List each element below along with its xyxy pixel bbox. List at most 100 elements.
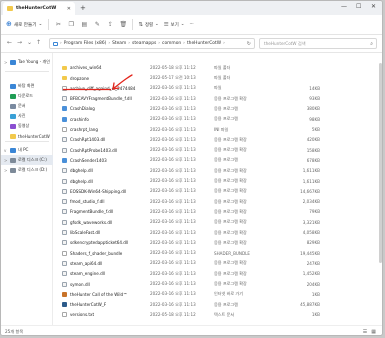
- sidebar-item[interactable]: > 로컬 디스크 (C:): [1, 155, 53, 165]
- file-name-text: theHunter Call of the Wild™: [70, 291, 128, 297]
- breadcrumb-program-files[interactable]: Program Files (x86): [64, 41, 107, 46]
- sidebar-item[interactable]: 동영상: [1, 121, 53, 131]
- delete-icon[interactable]: 🗑: [119, 21, 128, 29]
- refresh-icon[interactable]: ↻: [247, 41, 251, 47]
- tab-close-icon[interactable]: ✕: [67, 6, 71, 12]
- file-row[interactable]: fmod_studio_f.dll 2022-03-16 오후 11:13 응용 프…: [54, 197, 382, 207]
- sidebar-item[interactable]: v 내 PC: [1, 145, 53, 155]
- file-modified-date: 2022-03-16 오후 11:13: [150, 291, 196, 297]
- file-size: 1,452KB: [302, 271, 320, 277]
- file-name: archive_diff_againd_cl_2474484: [62, 84, 148, 94]
- file-size: 79KB: [309, 209, 320, 215]
- sidebar-item[interactable]: 다운로드: [1, 91, 53, 101]
- file-row[interactable]: libScaleFast.dll 2022-03-16 오후 11:13 응용 프로…: [54, 228, 382, 238]
- file-size: 1,611KB: [302, 168, 320, 174]
- drive-icon: [10, 157, 16, 163]
- file-row[interactable]: CrashRptProbe1403.dll 2022-03-16 오후 11:13…: [54, 145, 382, 155]
- address-bar[interactable]: › Program Files (x86) › Steam › steamapp…: [49, 38, 255, 49]
- file-type: 파일 폴더: [214, 75, 231, 81]
- chevron-icon[interactable]: >: [4, 168, 8, 173]
- file-type: 파일 폴더: [214, 64, 231, 70]
- file-modified-date: 2022-05-18 오후 11:12: [150, 64, 196, 70]
- cut-icon[interactable]: ✂: [54, 21, 62, 29]
- file-type: 응용 프로그램 확장: [214, 270, 247, 276]
- breadcrumb-thehuntercotw[interactable]: theHunterCotW: [187, 41, 221, 46]
- file-row[interactable]: dbghelp.dll 2022-03-16 오후 11:13 응용 프로그램 확장…: [54, 176, 382, 186]
- file-row[interactable]: EOSSDK-Win64-Shipping.dll 2022-03-16 오후 1…: [54, 187, 382, 197]
- breadcrumb-separator: ›: [183, 41, 185, 46]
- sidebar-item[interactable]: > 로컬 디스크 (D:): [1, 165, 53, 175]
- file-row[interactable]: theHunterCotW_F 2022-03-16 오후 11:13 응용 프로그…: [54, 300, 382, 310]
- up-icon[interactable]: ↑: [36, 39, 41, 46]
- search-box[interactable]: theHunterCotW 검색 ⌕: [259, 38, 377, 49]
- chevron-icon[interactable]: >: [4, 158, 8, 163]
- file-row[interactable]: sdkencryptedappticket64.dll 2022-03-16 오후…: [54, 238, 382, 248]
- file-name-text: CrashSender1403: [70, 157, 107, 163]
- file-row[interactable]: steam_api64.dll 2022-03-16 오후 11:13 응용 프로그…: [54, 259, 382, 269]
- new-button[interactable]: ⊕ 새로 만들기 ⌄: [6, 19, 50, 30]
- breadcrumb-separator: ›: [128, 41, 131, 46]
- minimize-button[interactable]: —: [341, 3, 347, 10]
- more-options-button[interactable]: ···: [189, 22, 193, 27]
- sort-button[interactable]: ⇅ 정렬 ⌄: [138, 22, 158, 28]
- new-button-label: 새로 만들기: [13, 22, 37, 28]
- file-row[interactable]: symon.dll 2022-03-16 오후 11:13 응용 프로그램 확장 20…: [54, 279, 382, 289]
- sidebar-item[interactable]: 사진: [1, 111, 53, 121]
- file-name-text: BFBCAVYFragmentBundle_f.dll: [70, 96, 132, 102]
- sidebar-item[interactable]: 문서: [1, 101, 53, 111]
- chevron-icon[interactable]: v: [4, 148, 8, 153]
- scrollbar-thumb[interactable]: [379, 63, 382, 263]
- tiles-view-icon[interactable]: ▦: [371, 329, 376, 335]
- explorer-tab[interactable]: theHunterCotW ✕: [3, 2, 75, 15]
- file-name-text: crashinfo: [70, 116, 89, 122]
- paste-icon[interactable]: ▤: [80, 21, 88, 29]
- file-modified-date: 2022-03-16 오후 11:13: [150, 301, 196, 307]
- video-icon: [10, 123, 16, 129]
- sidebar-item[interactable]: theHunterCotW: [1, 131, 53, 141]
- maximize-button[interactable]: ☐: [356, 3, 361, 10]
- recent-chevron-icon[interactable]: ⌄: [27, 39, 32, 46]
- file-row[interactable]: CrashSender1403 2022-03-16 오후 11:13 응용 프로그…: [54, 156, 382, 166]
- rename-icon[interactable]: ✎: [93, 21, 101, 29]
- file-modified-date: 2022-03-16 오후 11:13: [150, 188, 196, 194]
- file-name: Shaders_f_shader_bundle: [62, 248, 148, 258]
- share-icon[interactable]: ⇪: [106, 21, 114, 29]
- file-row[interactable]: dropzone 2022-05-17 오전 10:13 파일 폴더: [54, 73, 382, 83]
- file-row[interactable]: theHunter Call of the Wild™ 2022-03-16 오후…: [54, 290, 382, 300]
- copy-icon[interactable]: ❐: [67, 21, 75, 29]
- file-row[interactable]: versions.txt 2022-05-18 오후 11:12 텍스트 문서 1KB: [54, 310, 382, 320]
- file-row[interactable]: crashinfo 2022-03-16 오후 11:13 응용 프로그램 98KB: [54, 115, 382, 125]
- sidebar-item[interactable]: > Tae Young - 개인: [1, 57, 53, 67]
- file-type: 텍스트 문서: [214, 311, 235, 317]
- file-row[interactable]: archives_win64 2022-05-18 오후 11:12 파일 폴더: [54, 63, 382, 73]
- file-name: steam_api64.dll: [62, 259, 148, 269]
- sidebar-item[interactable]: 바탕 화면: [1, 81, 53, 91]
- breadcrumb-steamapps[interactable]: steamapps: [132, 41, 156, 46]
- sort-label: 정렬: [144, 22, 154, 28]
- vertical-scrollbar[interactable]: [379, 59, 382, 317]
- file-row[interactable]: dbghelp.dll 2022-03-16 오후 11:13 응용 프로그램 확장…: [54, 166, 382, 176]
- back-icon[interactable]: ←: [7, 39, 12, 46]
- new-tab-button[interactable]: +: [80, 4, 86, 12]
- pc-icon: [10, 147, 16, 153]
- file-row[interactable]: FragmentBundle_f.dll 2022-03-16 오후 11:13 응…: [54, 207, 382, 217]
- breadcrumb-common[interactable]: common: [162, 41, 181, 46]
- file-row[interactable]: crashrpt_lang 2022-03-16 오후 11:13 INI 파일 5K…: [54, 125, 382, 135]
- file-row[interactable]: steam_engine.dll 2022-03-16 오후 11:13 응용 프로…: [54, 269, 382, 279]
- file-list: archives_win64 2022-05-18 오후 11:12 파일 폴더 dr…: [54, 53, 382, 325]
- close-button[interactable]: ✕: [371, 3, 376, 10]
- file-size: 1KB: [311, 291, 320, 297]
- file-icon: [62, 85, 67, 91]
- forward-icon[interactable]: →: [17, 39, 22, 46]
- breadcrumb-steam[interactable]: Steam: [112, 41, 126, 46]
- file-row[interactable]: BFBCAVYFragmentBundle_f.dll 2022-03-16 오후…: [54, 94, 382, 104]
- dll-icon: [62, 168, 67, 174]
- view-button[interactable]: ☰ 보기 ⌄: [164, 22, 185, 28]
- details-view-icon[interactable]: ☰: [363, 329, 367, 335]
- file-row[interactable]: archive_diff_againd_cl_2474484 2022-03-16…: [54, 84, 382, 94]
- file-row[interactable]: CrashRpt1403.dll 2022-03-16 오후 11:13 응용 프로…: [54, 135, 382, 145]
- chevron-icon[interactable]: >: [4, 60, 8, 65]
- file-row[interactable]: gfsdk_waveworks.dll 2022-03-16 오후 11:13 응용…: [54, 218, 382, 228]
- file-row[interactable]: Shaders_f_shader_bundle 2022-03-16 오후 11:…: [54, 248, 382, 258]
- file-row[interactable]: CrashDialog 2022-03-16 오후 11:13 응용 프로그램 380…: [54, 104, 382, 114]
